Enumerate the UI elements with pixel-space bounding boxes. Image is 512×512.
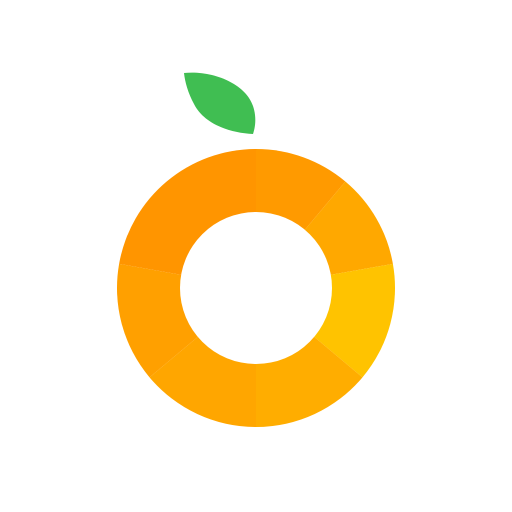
app-icon-canvas: [0, 0, 512, 512]
leaf-icon: [184, 72, 256, 134]
orange-fruit-logo-icon: [116, 72, 396, 428]
ring-hole: [180, 212, 332, 364]
